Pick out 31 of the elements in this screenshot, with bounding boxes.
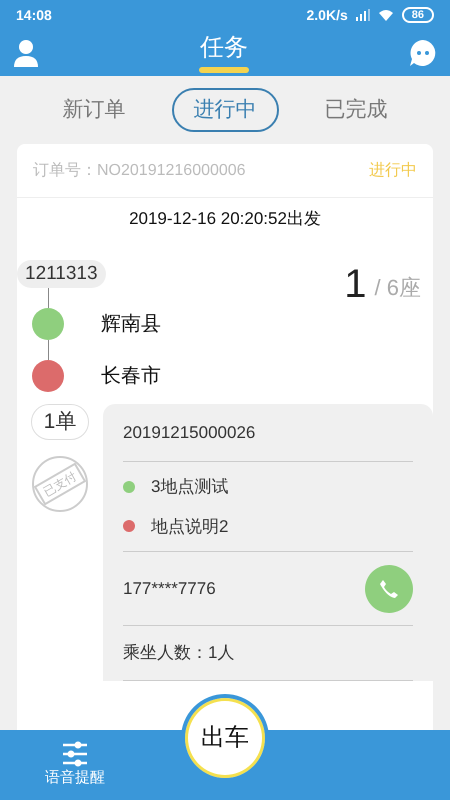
call-button[interactable]: [365, 564, 413, 612]
seats-total: / 6座: [374, 274, 421, 302]
tab[interactable]: 新订单: [40, 88, 148, 132]
sub-order-number: 20191215000026: [123, 404, 413, 462]
wifi-icon: [378, 9, 394, 21]
network-speed: 2.0K/s: [306, 6, 348, 24]
phone-number: 177****7776: [123, 578, 216, 600]
stop-name: 长春市: [101, 364, 161, 388]
passenger-count: 乘坐人数：1人: [123, 626, 413, 680]
stop-name: 辉南县: [101, 312, 161, 336]
tab[interactable]: 进行中: [172, 88, 278, 132]
paid-stamp: 已支付: [32, 456, 88, 512]
place-name: 地点说明2: [151, 516, 228, 538]
signal-icon: [356, 9, 370, 21]
chat-icon[interactable]: [408, 38, 438, 68]
seats-taken: 1: [344, 264, 367, 304]
tab[interactable]: 已完成: [302, 88, 410, 132]
departure-time: 2019-12-16 20:20:52出发: [129, 208, 321, 230]
order-count: 1单: [30, 404, 90, 440]
title-underline: [199, 67, 249, 73]
sliders-icon: [61, 740, 89, 767]
voice-reminder-label: 语音提醒: [45, 768, 105, 788]
order-number: 订单号：NO20191216000006: [33, 160, 246, 180]
order-status: 进行中: [369, 160, 417, 180]
battery-icon: 86: [402, 7, 434, 23]
page-title: 任务: [200, 33, 248, 63]
voice-reminder-tab[interactable]: 语音提醒: [0, 740, 150, 790]
route-code: 1211313: [17, 260, 106, 288]
status-time: 14:08: [16, 6, 52, 24]
user-icon[interactable]: [12, 39, 40, 67]
place-name: 3地点测试: [151, 476, 228, 498]
